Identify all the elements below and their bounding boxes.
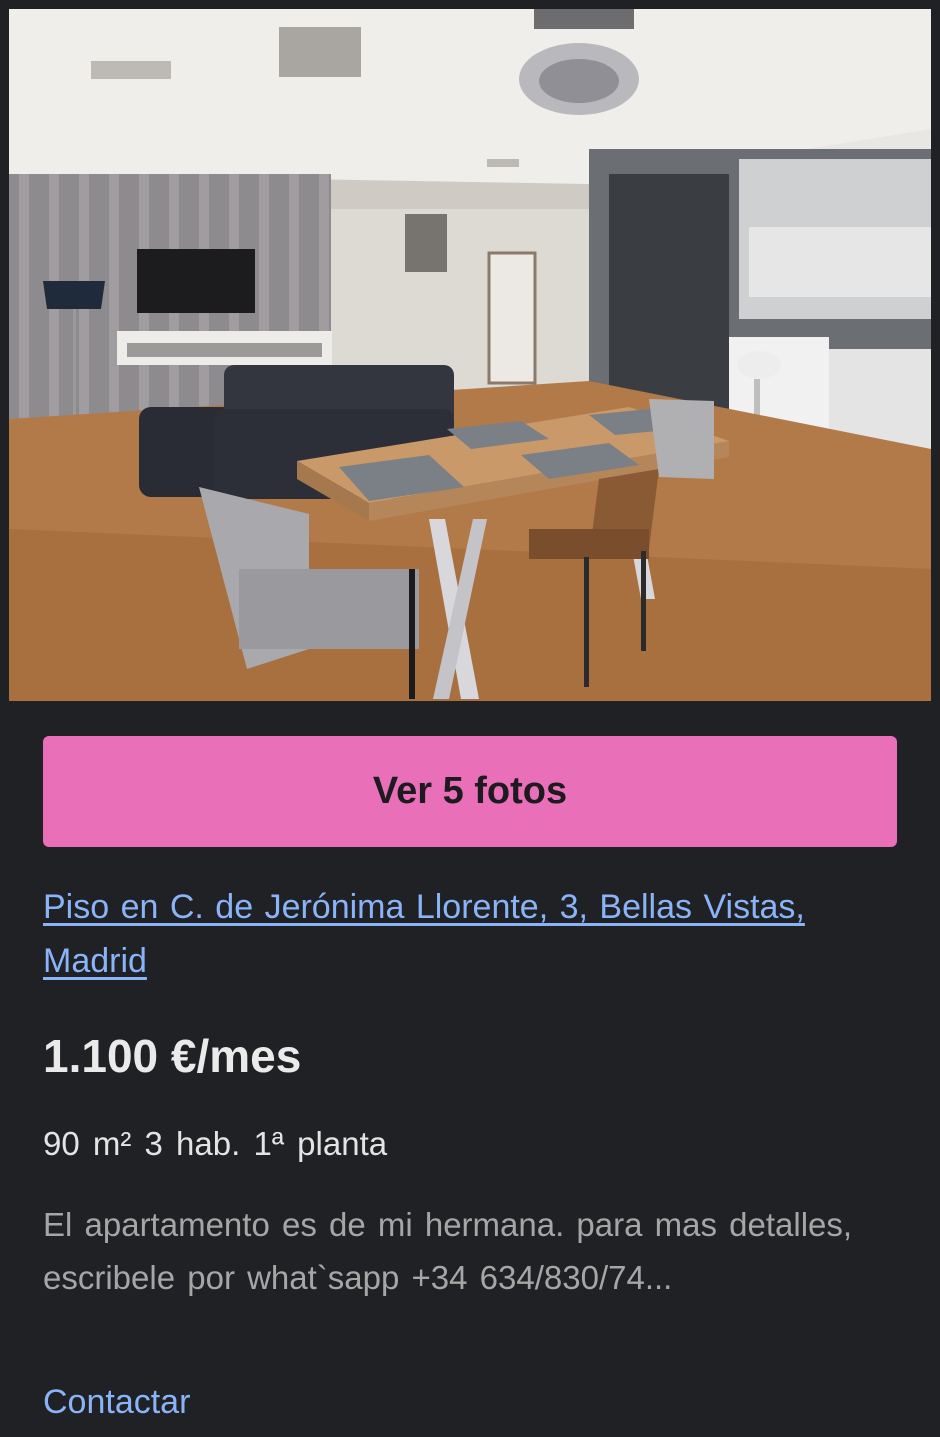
listing-description: El apartamento es de mi hermana. para ma… bbox=[43, 1206, 853, 1296]
view-photos-button[interactable]: Ver 5 fotos bbox=[43, 736, 897, 847]
listing-card: Ver 5 fotos Piso en C. de Jerónima Llore… bbox=[0, 0, 940, 1437]
listing-price: 1.100 €/mes bbox=[43, 1030, 302, 1082]
listing-photo[interactable] bbox=[9, 9, 931, 701]
listing-title-link[interactable]: Piso en C. de Jerónima Llorente, 3, Bell… bbox=[43, 880, 913, 988]
apartment-photo-illustration bbox=[9, 9, 931, 701]
listing-features: 90 m² 3 hab. 1ª planta bbox=[43, 1125, 388, 1162]
contact-link[interactable]: Contactar bbox=[43, 1376, 190, 1428]
